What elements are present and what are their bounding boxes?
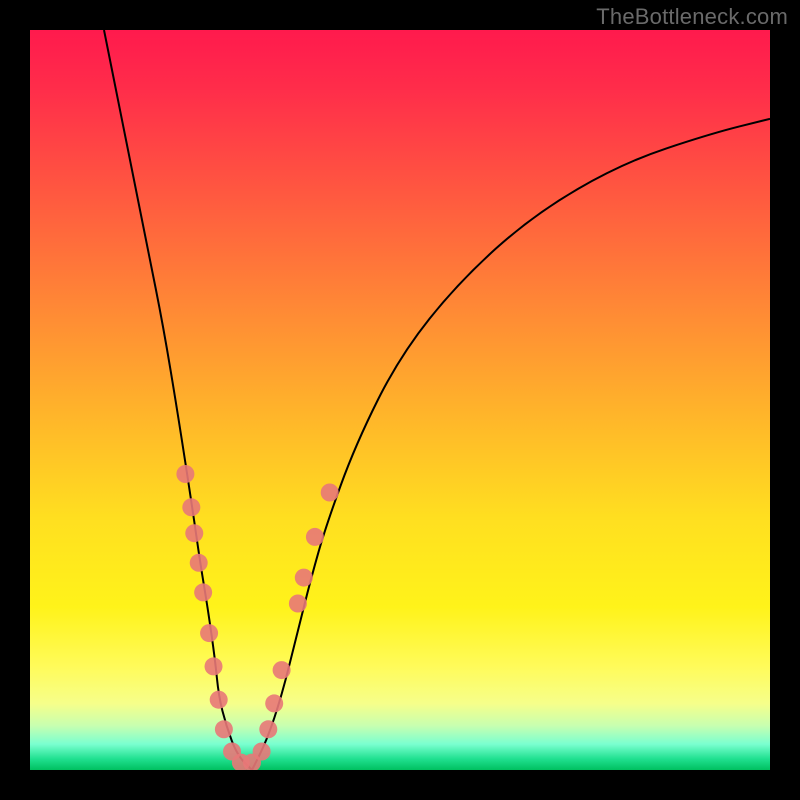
marker-2 xyxy=(185,524,203,542)
curve-left-branch xyxy=(104,30,252,770)
marker-17 xyxy=(295,569,313,587)
data-markers xyxy=(176,465,338,770)
marker-1 xyxy=(182,498,200,516)
marker-0 xyxy=(176,465,194,483)
marker-4 xyxy=(194,583,212,601)
marker-3 xyxy=(190,554,208,572)
marker-6 xyxy=(205,657,223,675)
watermark-text: TheBottleneck.com xyxy=(596,4,788,30)
bottleneck-curve xyxy=(104,30,770,770)
marker-18 xyxy=(306,528,324,546)
plot-area xyxy=(30,30,770,770)
marker-8 xyxy=(215,720,233,738)
curve-right-branch xyxy=(252,119,770,770)
marker-19 xyxy=(321,484,339,502)
chart-svg xyxy=(30,30,770,770)
marker-15 xyxy=(273,661,291,679)
marker-14 xyxy=(265,694,283,712)
marker-7 xyxy=(210,691,228,709)
marker-16 xyxy=(289,595,307,613)
chart-frame: TheBottleneck.com xyxy=(0,0,800,800)
marker-12 xyxy=(253,743,271,761)
marker-13 xyxy=(259,720,277,738)
marker-5 xyxy=(200,624,218,642)
